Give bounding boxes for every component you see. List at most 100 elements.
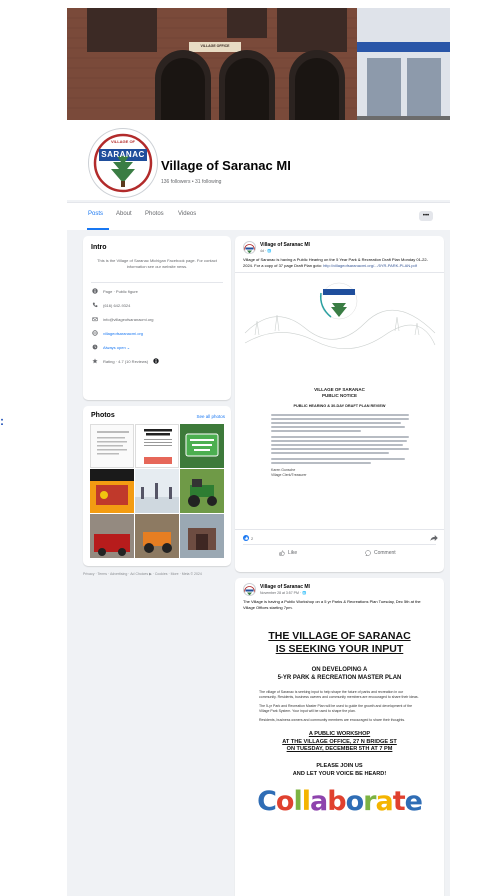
- flyer-join-2: AND LET YOUR VOICE BE HEARD!: [292, 770, 387, 777]
- photo-thumb-7[interactable]: [90, 514, 134, 558]
- more-options-button[interactable]: •••: [419, 211, 433, 221]
- flyer-workshop-2: AT THE VILLAGE OFFICE, 27 N BRIDGE ST: [282, 738, 397, 745]
- post-author-name[interactable]: Village of Saranac MI: [260, 242, 310, 248]
- shed-photo: [180, 514, 224, 558]
- photo-thumb-6[interactable]: [180, 469, 224, 513]
- notice-text-line: [271, 422, 401, 424]
- active-tab-indicator: [87, 228, 109, 230]
- intro-row-phone: (616) 642-9324: [92, 302, 130, 308]
- page-title: Village of Saranac MI: [161, 158, 291, 173]
- notice-document-photo: [91, 425, 133, 467]
- village-logo-icon: [244, 586, 255, 595]
- logo-name-text: SARANAC: [101, 150, 145, 159]
- notice-signature-name: Karen Gunsche: [271, 468, 296, 472]
- public-notice-image[interactable]: VILLAGE OF SARANAC PUBLIC NOTICE PUBLIC …: [235, 272, 444, 530]
- side-label: :: [0, 414, 4, 428]
- flyer-photo: [136, 425, 178, 467]
- intro-row-hours: Always open ⌄: [92, 344, 130, 350]
- collaborate-letter: a: [310, 785, 328, 817]
- collaborate-letter: e: [404, 785, 423, 817]
- email-icon: [92, 317, 98, 322]
- post-author-name[interactable]: Village of Saranac MI: [260, 584, 310, 590]
- intro-hours-text[interactable]: Always open ⌄: [103, 345, 130, 350]
- intro-divider: [91, 282, 223, 283]
- notice-text-line: [271, 426, 405, 428]
- flyer-workshop-1: A PUBLIC WORKSHOP: [308, 731, 371, 737]
- footer-links[interactable]: Privacy · Terms · Advertising · Ad Choic…: [83, 572, 233, 577]
- tab-photos[interactable]: Photos: [145, 211, 164, 217]
- poster-photo: [90, 469, 134, 513]
- collaborate-letter: a: [375, 785, 393, 817]
- comment-button[interactable]: Comment: [365, 550, 396, 556]
- notice-title-1: VILLAGE OF SARANAC: [314, 387, 365, 392]
- tractor-photo: [180, 469, 224, 513]
- draft-plan-link[interactable]: http://villageofsaranacmi.org/.../5YR-PA…: [323, 263, 417, 268]
- notice-signature-title: Village Clerk/Treasurer: [271, 473, 307, 477]
- post-timestamp[interactable]: November 28 at 3:57 PM · 🌐: [260, 591, 306, 595]
- like-button[interactable]: Like: [279, 550, 297, 556]
- clock-icon: [92, 344, 98, 350]
- workshop-flyer-image[interactable]: THE VILLAGE OF SARANAC IS SEEKING YOUR I…: [235, 618, 444, 817]
- post-avatar[interactable]: [243, 241, 256, 254]
- star-icon: [92, 358, 98, 364]
- green-sign-photo: [180, 424, 224, 468]
- notice-title-3: PUBLIC HEARING & 30-DAY DRAFT PLAN REVIE…: [293, 404, 386, 408]
- collaborate-letter: t: [392, 785, 406, 817]
- notice-text-line: [271, 414, 409, 416]
- village-logo-icon: [244, 244, 255, 253]
- post-reactions[interactable]: 2: [243, 535, 253, 541]
- flyer-paragraph-3: Residents, business owners and community…: [259, 718, 406, 722]
- like-label: Like: [288, 550, 298, 556]
- intro-website-link[interactable]: villageofsaranacmi.org: [103, 331, 143, 336]
- flyer-headline-2: IS SEEKING YOUR INPUT: [275, 643, 404, 655]
- post-card-hearing: Village of Saranac MI 4d · 🌐 Village of …: [235, 236, 444, 572]
- profile-avatar[interactable]: VILLAGE OF SARANAC: [89, 129, 157, 197]
- photo-thumb-9[interactable]: [180, 514, 224, 558]
- facebook-page: VILLAGE OFFICE VILLAGE OF SARANAC Villag…: [67, 8, 450, 896]
- photo-thumb-1[interactable]: [90, 424, 134, 468]
- intro-email-text[interactable]: info@villageofsaranacmi.org: [103, 317, 154, 322]
- photo-thumb-2[interactable]: [135, 424, 179, 468]
- garage-photo: [90, 514, 134, 558]
- post-timestamp[interactable]: 4d · 🌐: [260, 249, 271, 253]
- tab-videos[interactable]: Videos: [178, 211, 196, 217]
- info-icon: [92, 288, 98, 294]
- collaborate-letter: C: [257, 785, 277, 817]
- post-action-divider: [243, 544, 436, 545]
- post-text: Village of Saranac is having a Public He…: [243, 257, 433, 268]
- followers-count[interactable]: 136 followers • 31 following: [161, 179, 221, 185]
- flyer-headline-1: THE VILLAGE OF SARANAC: [268, 630, 411, 642]
- intro-phone-text: (616) 642-9324: [103, 302, 131, 308]
- phone-icon: [92, 302, 98, 308]
- mower-photo: [135, 514, 179, 558]
- photo-thumb-3[interactable]: [180, 424, 224, 468]
- post-card-workshop: Village of Saranac MI November 28 at 3:5…: [235, 578, 444, 896]
- photo-thumb-4[interactable]: [90, 469, 134, 513]
- intro-heading: Intro: [91, 244, 107, 251]
- tab-posts[interactable]: Posts: [88, 211, 103, 217]
- flyer-paragraph-1: The village of Saranac is seeking input …: [259, 690, 419, 699]
- reaction-count: 2: [251, 535, 254, 541]
- intro-row-website: villageofsaranacmi.org: [92, 330, 143, 336]
- photo-thumb-5[interactable]: [135, 469, 179, 513]
- logo-top-text: VILLAGE OF: [111, 139, 135, 144]
- notice-text-line: [271, 418, 409, 420]
- notice-header-graphic: [244, 282, 436, 350]
- flyer-join-1: PLEASE JOIN US: [316, 762, 363, 769]
- intro-row-email: info@villageofsaranacmi.org: [92, 316, 154, 322]
- thumbs-up-icon: [279, 550, 285, 556]
- page-tabs: Posts About Photos Videos •••: [67, 202, 450, 230]
- share-icon[interactable]: [430, 535, 438, 541]
- photos-card: Photos See all photos: [83, 406, 231, 566]
- flyer-workshop-3: ON TUESDAY, DECEMBER 5TH AT 7 PM: [286, 746, 393, 752]
- cover-photo[interactable]: VILLAGE OFFICE: [67, 8, 450, 120]
- intro-rating-text: Rating · 4.7 (10 Reviews): [103, 358, 149, 364]
- notice-text-line: [271, 430, 361, 432]
- globe-icon: [92, 330, 98, 336]
- post-avatar[interactable]: [243, 583, 256, 596]
- intro-row-category: Page · Public figure: [92, 288, 138, 294]
- tab-about[interactable]: About: [116, 211, 132, 217]
- see-all-photos-link[interactable]: See all photos: [196, 414, 225, 419]
- photo-thumb-8[interactable]: [135, 514, 179, 558]
- rating-info-icon[interactable]: [153, 358, 159, 364]
